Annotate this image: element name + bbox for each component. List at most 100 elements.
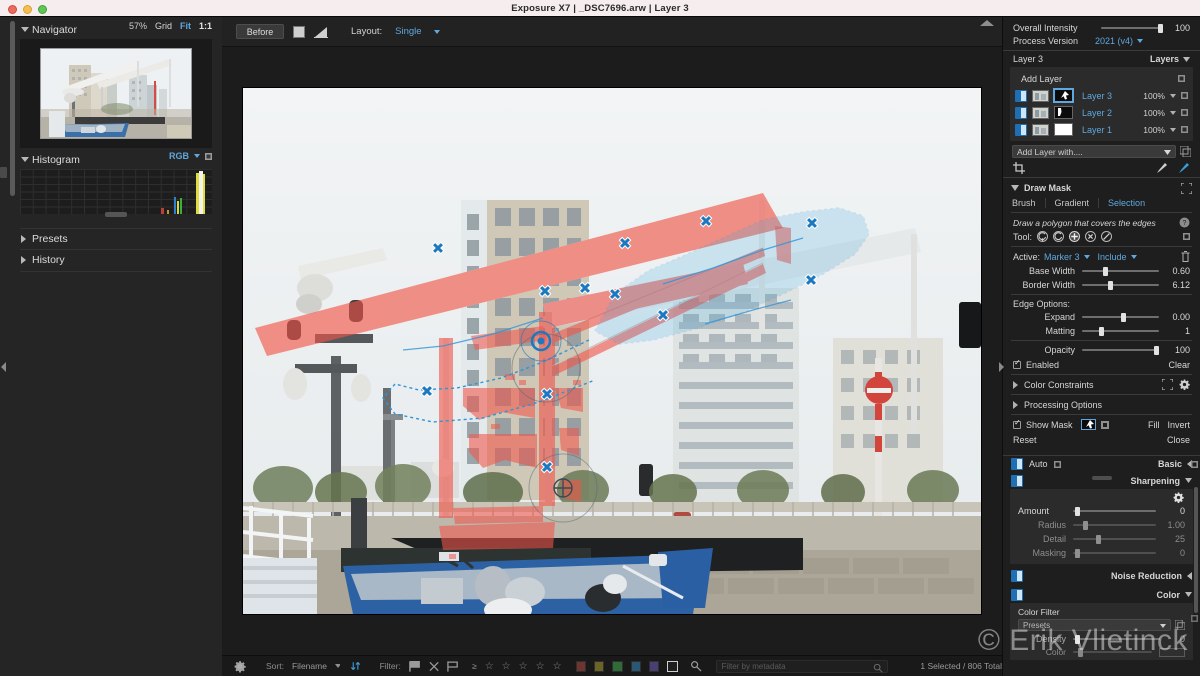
left-scrollbar[interactable] [10,21,15,196]
navigator-thumbnail-area[interactable] [20,39,212,148]
add-layer-menu-icon[interactable] [1178,75,1185,82]
polygon-add-icon[interactable] [1069,231,1081,242]
layer-menu-icon-1[interactable] [1181,126,1188,133]
mask-brush-icon[interactable] [1178,162,1190,174]
radius-slider[interactable] [1073,520,1156,530]
flag-picked-icon[interactable] [409,660,421,672]
reset-button[interactable]: Reset [1013,435,1037,445]
draw-mask-disclosure-icon[interactable] [1011,185,1019,191]
tab-selection[interactable]: Selection [1098,198,1154,208]
rating-star-2[interactable]: ☆ [502,661,511,672]
histogram-controls[interactable]: RGB [169,151,212,161]
sort-chevron-down-icon[interactable] [334,664,341,668]
show-mask-options-icon[interactable] [1100,420,1109,429]
histogram-disclosure-icon[interactable] [21,157,29,162]
layer-row-2[interactable]: Layer 2 100% [1010,104,1193,121]
fill-button[interactable]: Fill [1148,420,1160,430]
overall-intensity-slider[interactable] [1101,23,1163,33]
process-version-value[interactable]: 2021 (v4) [1095,36,1133,46]
density-slider[interactable] [1073,634,1160,644]
color-label-red[interactable] [575,660,586,672]
rating-star-3[interactable]: ☆ [519,661,528,672]
lasso-add-icon[interactable] [1037,231,1049,242]
right-panel-menu-icon-2[interactable] [1191,615,1198,622]
color-label-green[interactable] [612,660,623,672]
basic-section-header[interactable]: Auto Basic [1003,456,1200,472]
layer-name-2[interactable]: Layer 2 [1082,108,1138,118]
flag-rejected-icon[interactable] [429,661,439,672]
split-view-square-icon[interactable] [293,25,305,38]
sort-direction-icon[interactable] [350,660,361,672]
right-panel-menu-icon[interactable] [1191,461,1198,468]
layer-visibility-icon-1[interactable] [1015,123,1027,136]
expand-mask-icon[interactable] [1181,182,1192,194]
color-filter-preset-chevron-icon[interactable] [1160,624,1166,628]
amount-slider[interactable] [1073,506,1156,516]
enabled-checkbox[interactable] [1013,359,1021,369]
rating-star-4[interactable]: ☆ [536,661,545,672]
layer-row-1[interactable]: Layer 1 100% [1010,121,1193,138]
layer-visibility-icon-3[interactable] [1015,89,1027,102]
add-layer-with-row[interactable]: Add Layer with.... [1003,141,1200,158]
active-mode-chevron-icon[interactable] [1130,254,1137,259]
layout-chevron-down-icon[interactable] [433,29,440,34]
color-constraints-gear-icon[interactable] [1179,379,1190,390]
layer-menu-icon-2[interactable] [1181,109,1188,116]
active-marker-chevron-icon[interactable] [1083,254,1090,259]
layers-chevron-down-icon[interactable] [1183,56,1190,62]
color-filter-swatch[interactable] [1159,647,1185,657]
color-constraints-row[interactable]: Color Constraints [1003,377,1200,392]
chevron-down-icon[interactable] [194,154,200,158]
layout-value[interactable]: Single [395,26,421,37]
right-panel-resize-grip[interactable] [1092,476,1112,480]
color-chevron-down-icon[interactable] [1185,592,1192,597]
right-panel-collapse-icon[interactable] [998,362,1004,372]
navigator-disclosure-icon[interactable] [21,27,29,32]
layer-opacity-chevron-icon-1[interactable] [1170,127,1176,132]
color-label-none[interactable] [667,660,678,672]
window-controls[interactable] [8,4,47,14]
noise-reduction-collapse-icon[interactable] [1187,571,1192,580]
crop-icon[interactable] [1013,162,1025,174]
layer-opacity-2[interactable]: 100% [1143,108,1165,118]
rating-star-1[interactable]: ☆ [485,661,494,672]
polygon-remove-icon[interactable] [1085,231,1097,242]
auto-label[interactable]: Auto [1029,459,1048,469]
presets-disclosure-icon[interactable] [21,235,26,243]
color-section-header[interactable]: Color [1003,586,1200,603]
gear-icon[interactable] [234,660,246,673]
navigator-1to1-button[interactable]: 1:1 [199,21,212,31]
tool-options-menu-icon[interactable] [1183,233,1190,240]
left-panel-collapse-icon[interactable] [1,362,7,372]
layer-opacity-1[interactable]: 100% [1143,125,1165,135]
minimize-button-icon[interactable] [23,4,32,14]
color-label-yellow[interactable] [593,660,605,672]
histogram-resize-grip[interactable] [105,212,127,217]
layer-mask-thumbnail-3[interactable] [1053,88,1074,103]
layer-row-3[interactable]: Layer 3 100% [1010,87,1193,104]
add-layer-row[interactable]: Add Layer [1010,70,1193,87]
layer-opacity-3[interactable]: 100% [1143,91,1165,101]
close-button-icon[interactable] [8,4,17,14]
noise-reduction-enable-icon[interactable] [1011,569,1023,582]
edit-path-icon[interactable] [1101,231,1113,242]
color-hue-slider[interactable] [1073,647,1152,657]
detail-slider[interactable] [1073,534,1156,544]
help-icon[interactable]: ? [1179,217,1190,228]
right-panel-scrollbar[interactable] [1194,487,1198,613]
processing-options-disclosure-icon[interactable] [1013,400,1018,409]
layer-visibility-icon-2[interactable] [1015,106,1027,119]
add-layer-with-dropdown[interactable]: Add Layer with.... [1012,145,1176,158]
layer-name-1[interactable]: Layer 1 [1082,125,1138,135]
noise-reduction-section-header[interactable]: Noise Reduction [1003,567,1200,584]
tab-gradient[interactable]: Gradient [1044,198,1099,208]
sharpening-enable-icon[interactable] [1011,474,1023,487]
histogram-menu-icon[interactable] [205,152,212,160]
masking-slider[interactable] [1073,548,1156,558]
histogram-channel-value[interactable]: RGB [169,151,189,161]
color-filter-preset-row[interactable]: Presets [1010,618,1193,632]
color-enable-icon[interactable] [1011,588,1023,601]
basic-menu-icon[interactable] [1053,460,1061,468]
navigator-fit-button[interactable]: Fit [180,21,191,31]
lasso-subtract-icon[interactable] [1053,231,1065,242]
